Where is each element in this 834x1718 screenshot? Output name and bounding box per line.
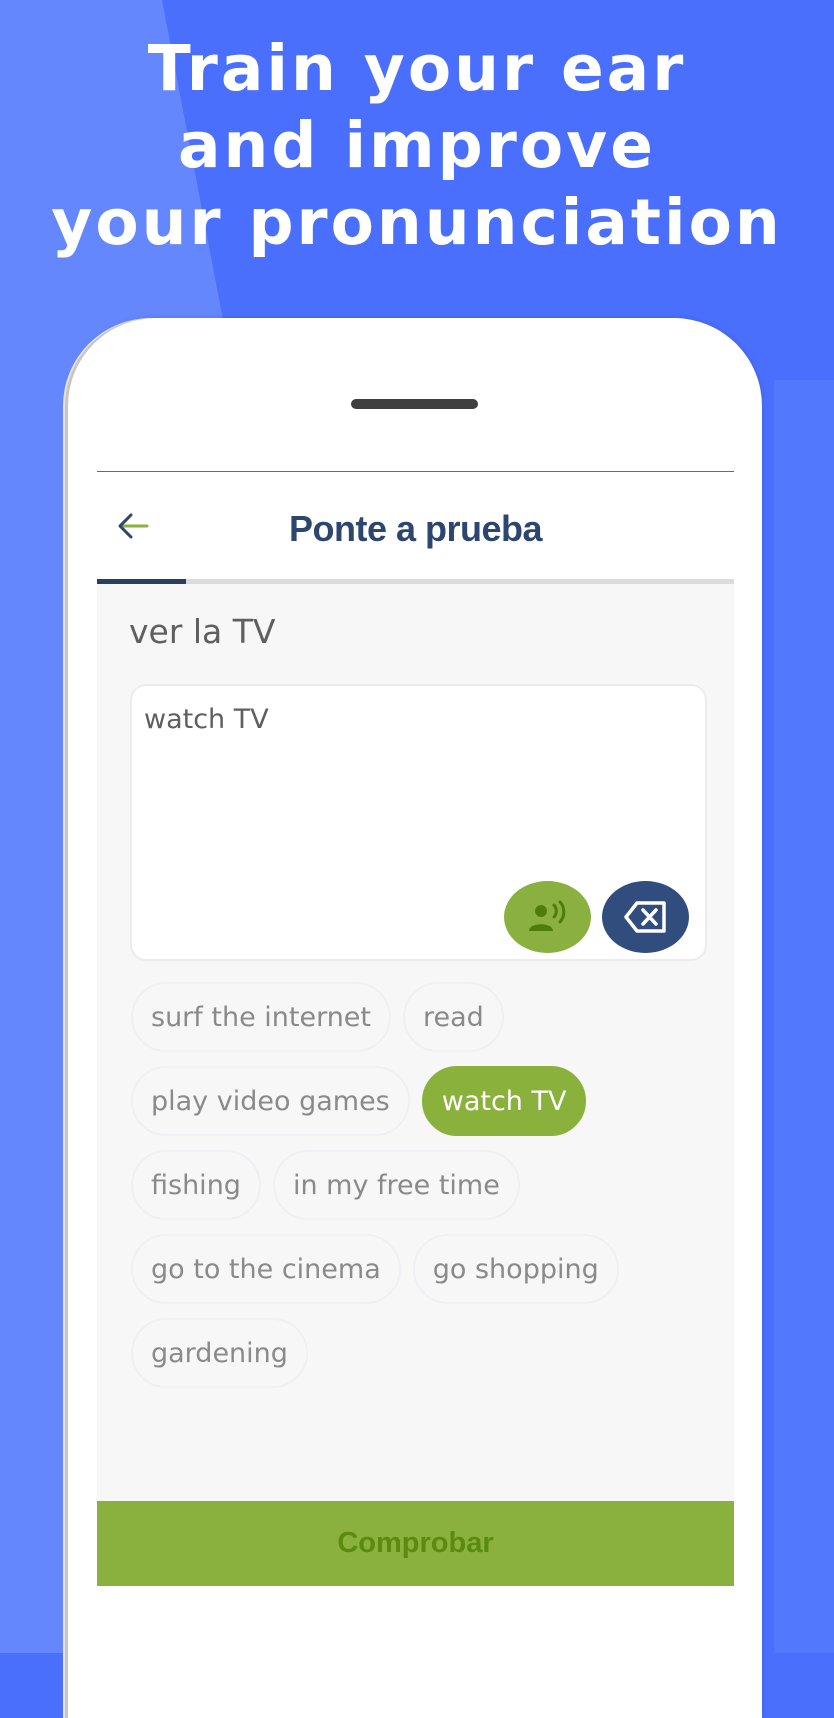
- check-button[interactable]: Comprobar: [97, 1501, 734, 1586]
- headline-line-3: your pronunciation: [51, 186, 783, 259]
- exercise-prompt: ver la TV: [129, 612, 276, 651]
- word-chip[interactable]: watch TV: [421, 1066, 587, 1136]
- word-chip[interactable]: surf the internet: [131, 982, 392, 1052]
- app-screen: Ponte a prueba ver la TV watch TV surf t…: [97, 471, 734, 1586]
- answer-value: watch TV: [144, 704, 269, 735]
- listen-button[interactable]: [504, 881, 591, 953]
- delete-button[interactable]: [602, 881, 689, 953]
- word-chip[interactable]: go shopping: [412, 1234, 619, 1304]
- speaking-person-icon: [528, 900, 565, 931]
- app-bar: Ponte a prueba: [97, 472, 734, 580]
- word-chip[interactable]: read: [403, 982, 504, 1052]
- headline-line-2: and improve: [178, 109, 656, 182]
- backspace-icon: [623, 901, 666, 933]
- background-panel: [774, 380, 834, 1653]
- page-title: Ponte a prueba: [288, 508, 543, 549]
- word-chip[interactable]: gardening: [131, 1318, 308, 1388]
- answer-field[interactable]: watch TV: [130, 684, 707, 961]
- word-bank: surf the internet read play video games wat…: [131, 982, 691, 1388]
- word-chip[interactable]: go to the cinema: [131, 1234, 401, 1304]
- exercise-content: ver la TV watch TV surf the internet rea…: [97, 584, 734, 1501]
- promo-headline: Train your ear and improve your pronunci…: [0, 30, 834, 261]
- word-chip[interactable]: in my free time: [272, 1150, 520, 1220]
- word-chip[interactable]: fishing: [131, 1150, 261, 1220]
- phone-speaker: [351, 399, 478, 409]
- headline-line-1: Train your ear: [147, 32, 687, 105]
- word-chip[interactable]: play video games: [131, 1066, 410, 1136]
